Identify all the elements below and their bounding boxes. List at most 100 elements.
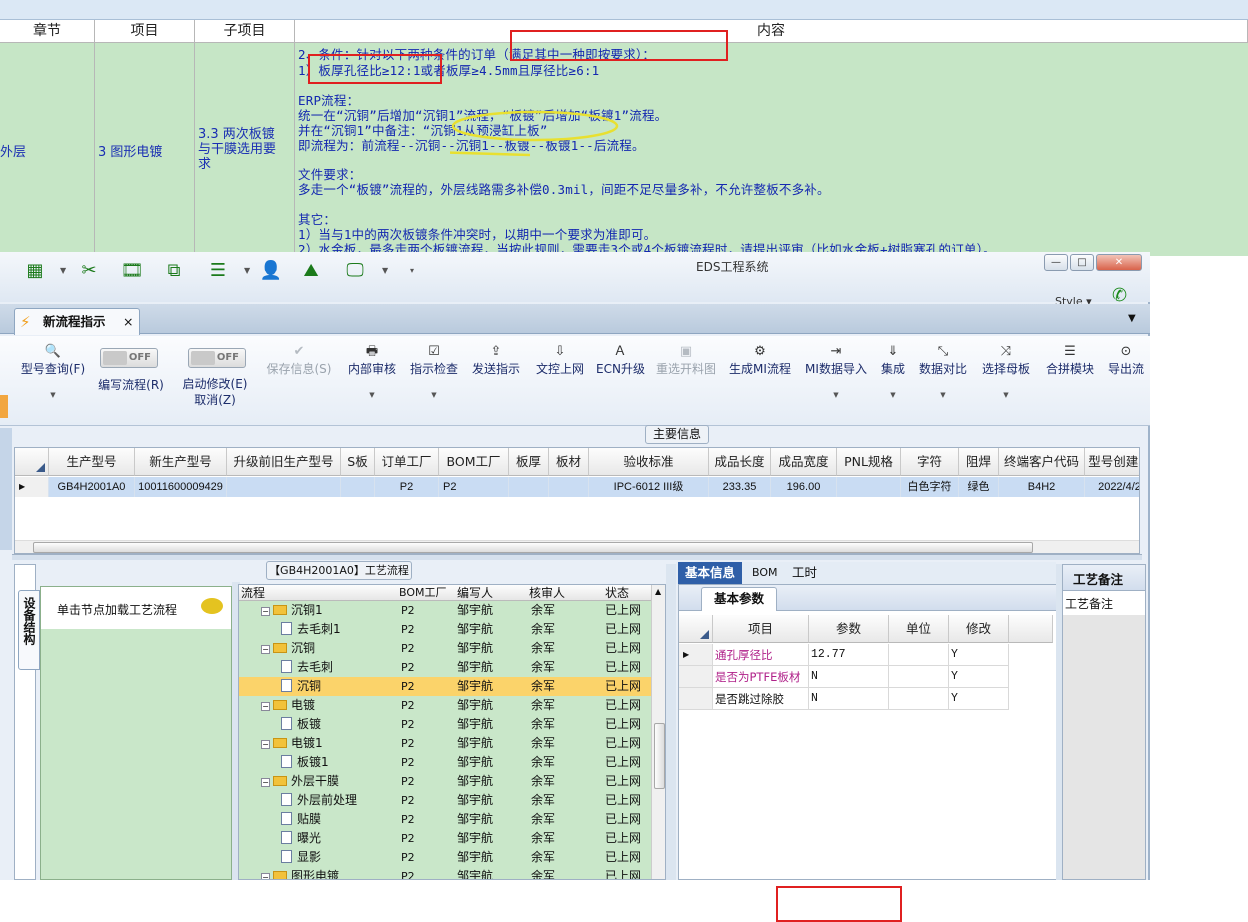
list-icon[interactable]: ☰ (204, 260, 232, 282)
tab-list-icon[interactable]: ▼ (1128, 313, 1136, 324)
reselect-cutting-button[interactable]: ▣ 重选开料图 (654, 344, 718, 377)
grid-header[interactable]: 订单工厂 (375, 448, 439, 476)
param-modify[interactable]: Y (949, 644, 1009, 666)
scroll-up-icon[interactable]: ▲ (655, 587, 661, 596)
send-instruction-button[interactable]: ⇪ 发送指示 (470, 344, 522, 377)
grid-header[interactable]: 阻焊 (959, 448, 999, 476)
data-compare-button[interactable]: ⤡ 数据对比 ▼ (918, 344, 968, 399)
param-value[interactable]: 12.77 (809, 644, 889, 666)
params-header[interactable]: 参数 (809, 615, 889, 643)
area-chart-icon[interactable]: ⛰ (296, 260, 326, 282)
film-icon[interactable]: 🎞 (118, 260, 146, 282)
grid-header[interactable]: 终端客户代码 (999, 448, 1085, 476)
grid-cell[interactable]: 绿色 (959, 477, 999, 497)
param-unit[interactable] (889, 666, 949, 688)
process-tree-row[interactable]: − 图形电镀 P2 邹宇航 余军 已上网 (239, 867, 651, 879)
param-value[interactable]: N (809, 688, 889, 710)
grid-header[interactable]: 成品宽度 (771, 448, 837, 476)
param-unit[interactable] (889, 644, 949, 666)
param-unit[interactable] (889, 688, 949, 710)
grid-cell[interactable] (509, 477, 549, 497)
save-info-button[interactable]: ✔ 保存信息(S) (264, 344, 334, 377)
grid-cell[interactable]: 10011600009429 (135, 477, 227, 497)
chevron-down-icon[interactable]: ▼ (244, 266, 250, 275)
grid-cell[interactable] (549, 477, 589, 497)
process-tree-row[interactable]: 板镀1 P2 邹宇航 余军 已上网 (239, 753, 651, 772)
process-tree-row[interactable]: 去毛刺 P2 邹宇航 余军 已上网 (239, 658, 651, 677)
grid-header[interactable]: 字符 (901, 448, 959, 476)
generate-mi-button[interactable]: ⚙ 生成MI流程 (728, 344, 792, 377)
process-tree-row[interactable]: 板镀 P2 邹宇航 余军 已上网 (239, 715, 651, 734)
publish-button[interactable]: ⇩ 文控上网 (534, 344, 586, 377)
grid-cell[interactable]: 233.35 (709, 477, 771, 497)
grid-cell[interactable] (837, 477, 901, 497)
instruction-check-button[interactable]: ☑ 指示检查 ▼ (408, 344, 460, 399)
process-tree-row[interactable]: 去毛刺1 P2 邹宇航 余军 已上网 (239, 620, 651, 639)
param-item[interactable]: 是否为PTFE板材 (713, 666, 809, 688)
phone-icon[interactable]: ✆ (1112, 285, 1127, 306)
grid-cell[interactable]: 2022/4/2 (1085, 477, 1139, 497)
grid-header[interactable]: 板材 (549, 448, 589, 476)
param-modify[interactable]: Y (949, 688, 1009, 710)
horizontal-scrollbar[interactable] (15, 540, 1139, 553)
grid-header[interactable]: 板厚 (509, 448, 549, 476)
tab-basic-params[interactable]: 基本参数 (701, 587, 777, 611)
process-tree-row[interactable]: 贴膜 P2 邹宇航 余军 已上网 (239, 810, 651, 829)
scissors-icon[interactable]: ✂ (76, 260, 102, 282)
export-button[interactable]: ⊙ 导出流 (1106, 344, 1146, 377)
minimize-button[interactable]: — (1044, 254, 1068, 271)
grid-cell[interactable]: GB4H2001A0 (49, 477, 135, 497)
param-item[interactable]: 是否跳过除胶 (713, 688, 809, 710)
grid-cell[interactable]: P2 (439, 477, 509, 497)
integrate-button[interactable]: ⇓ 集成 ▼ (878, 344, 908, 399)
vertical-scrollbar[interactable]: ▲ (651, 585, 665, 879)
process-tree-row[interactable]: − 外层干膜 P2 邹宇航 余军 已上网 (239, 772, 651, 791)
copy-icon[interactable]: ⧉ (160, 260, 188, 282)
ecn-upgrade-button[interactable]: Ａ ECN升级 (596, 344, 645, 377)
grid-header[interactable]: 新生产型号 (135, 448, 227, 476)
collapse-icon[interactable]: − (261, 607, 270, 616)
process-tree-row[interactable]: − 沉铜 P2 邹宇航 余军 已上网 (239, 639, 651, 658)
process-tree-row[interactable]: − 电镀 P2 邹宇航 余军 已上网 (239, 696, 651, 715)
monitor-icon[interactable]: 🖵 (340, 260, 370, 282)
collapse-icon[interactable]: − (261, 702, 270, 711)
close-button[interactable]: ✕ (1096, 254, 1142, 271)
splitter[interactable] (666, 564, 676, 880)
process-tree-row[interactable]: 外层前处理 P2 邹宇航 余军 已上网 (239, 791, 651, 810)
scrollbar-thumb[interactable] (33, 542, 1033, 553)
merge-module-button[interactable]: ☰ 合拼模块 (1044, 344, 1096, 377)
tab-basic-info[interactable]: 基本信息 (678, 562, 742, 584)
grid-cell[interactable]: IPC-6012 III级 (589, 477, 709, 497)
start-modify-toggle[interactable]: OFF (188, 348, 246, 368)
grid-cell[interactable] (341, 477, 375, 497)
splitter[interactable] (12, 554, 1142, 560)
grid-header[interactable]: 成品长度 (709, 448, 771, 476)
scrollbar-thumb[interactable] (654, 723, 665, 789)
tab-equipment-structure[interactable]: 设备结构 (18, 590, 40, 670)
customize-icon[interactable]: ▾ (410, 266, 414, 275)
collapse-icon[interactable]: − (261, 740, 270, 749)
close-icon[interactable]: × (123, 309, 133, 335)
tab-hours[interactable]: 工时 (792, 562, 817, 584)
grid-header[interactable]: 验收标准 (589, 448, 709, 476)
mi-import-button[interactable]: ⇥ MI数据导入 ▼ (804, 344, 868, 399)
chevron-down-icon[interactable]: ▼ (382, 266, 388, 275)
tab-bom[interactable]: BOM (752, 562, 778, 584)
params-header[interactable]: 修改 (949, 615, 1009, 643)
param-modify[interactable]: Y (949, 666, 1009, 688)
internal-review-button[interactable]: 🖶 内部审核 ▼ (346, 344, 398, 399)
grid-header[interactable]: 型号创建时 (1085, 448, 1139, 476)
write-process-toggle[interactable]: OFF (100, 348, 158, 368)
params-header[interactable]: 单位 (889, 615, 949, 643)
tab-new-process[interactable]: ⚡ 新流程指示 × (14, 308, 140, 335)
process-tree-row[interactable]: 沉铜 P2 邹宇航 余军 已上网 (239, 677, 651, 696)
collapse-icon[interactable]: − (261, 778, 270, 787)
maximize-button[interactable]: □ (1070, 254, 1094, 271)
select-master-button[interactable]: ⤨ 选择母板 ▼ (980, 344, 1032, 399)
process-tree-row[interactable]: − 电镀1 P2 邹宇航 余军 已上网 (239, 734, 651, 753)
grid-cell[interactable]: 白色字符 (901, 477, 959, 497)
collapse-icon[interactable]: − (261, 873, 270, 879)
grid-cell[interactable]: B4H2 (999, 477, 1085, 497)
grid-header[interactable]: S板 (341, 448, 375, 476)
grid-cell[interactable] (227, 477, 341, 497)
